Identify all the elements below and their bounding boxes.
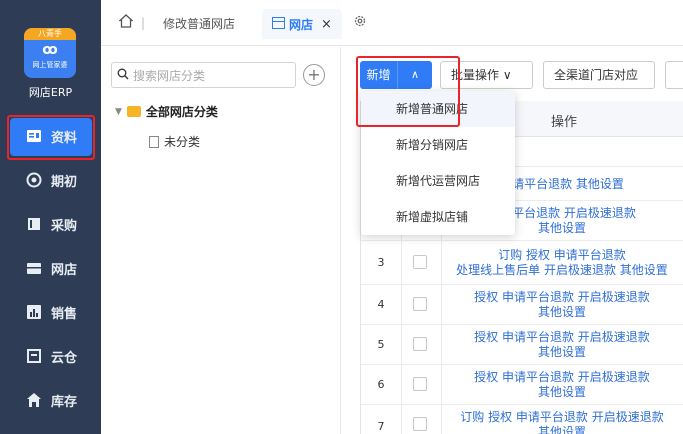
row-operations[interactable]: 订购 授权 申请平台退款 处理线上售后单 开启极速退款 其他设置 <box>441 248 683 278</box>
row-checkbox[interactable] <box>413 417 427 431</box>
row-number: 5 <box>377 338 385 351</box>
add-button-group: 新增 ∧ <box>360 61 432 89</box>
category-panel: 搜索网店分类 + ▼ 全部网店分类 未分类 <box>101 47 341 434</box>
tree-node-uncategorized[interactable]: 未分类 <box>149 133 200 150</box>
sidebar-item-label: 资料 <box>51 130 78 146</box>
tab-store-label: 网店 <box>289 17 314 32</box>
sidebar-item-inventory[interactable]: 库存 <box>0 378 101 422</box>
table-row[interactable]: 4 授权 申请平台退款 开启极速退款 其他设置 <box>361 285 683 325</box>
target-icon <box>26 172 42 188</box>
tree-node-label: 未分类 <box>164 135 201 149</box>
book-icon <box>26 216 42 232</box>
app-logo[interactable]: 八青手 ꝏ 网上管家婆 <box>24 28 76 78</box>
tab-bar: | 修改普通网店 网店 × <box>101 0 683 46</box>
channel-store-mapping-button[interactable]: 全渠道门店对应 <box>543 61 655 89</box>
row-checkbox[interactable] <box>413 377 427 391</box>
bar-chart-icon <box>26 304 42 320</box>
app-name: 网店ERP <box>28 86 73 99</box>
sidebar-item-cloud-warehouse[interactable]: 云仓 <box>0 334 101 378</box>
batch-operation-button[interactable]: 批量操作 ∨ <box>440 61 533 89</box>
row-checkbox[interactable] <box>413 255 427 269</box>
row-operations[interactable]: 授权 申请平台退款 开启极速退款 其他设置 <box>441 370 683 400</box>
logo-subtitle: 网上管家婆 <box>32 61 68 69</box>
row-number: 6 <box>377 378 385 391</box>
sidebar-item-label: 期初 <box>51 174 78 190</box>
sidebar-item-sales[interactable]: 销售 <box>0 290 101 334</box>
menu-item-add-distribution-store[interactable]: 新增分销网店 <box>361 127 515 163</box>
tree-node-all-categories[interactable]: ▼ 全部网店分类 <box>115 103 218 120</box>
table-row[interactable]: 5 授权 申请平台退款 开启极速退款 其他设置 <box>361 325 683 365</box>
sidebar-item-label: 云仓 <box>51 350 78 366</box>
row-checkbox[interactable] <box>413 297 427 311</box>
sidebar-item-purchase[interactable]: 采购 <box>0 202 101 246</box>
close-icon[interactable]: × <box>321 17 332 32</box>
sidebar-item-data[interactable]: 资料 <box>0 114 101 158</box>
tab-edit-store[interactable]: 修改普通网店 <box>163 15 235 32</box>
chevron-up-icon[interactable]: ∧ <box>398 61 432 89</box>
tab-separator: | <box>141 15 146 30</box>
store-tab-icon <box>272 16 285 32</box>
document-icon <box>149 135 159 148</box>
caret-down-icon: ▼ <box>115 106 122 117</box>
sidebar: 八青手 ꝏ 网上管家婆 网店ERP 资料 期初 采购 网店 销售 云仓 库存 <box>0 0 101 434</box>
warehouse-icon <box>26 348 42 364</box>
menu-item-add-virtual-store[interactable]: 新增虚拟店铺 <box>361 199 515 235</box>
table-row[interactable]: 7 订购 授权 申请平台退款 开启极速退款 其他设置 <box>361 405 683 434</box>
add-button[interactable]: 新增 <box>360 61 398 89</box>
gear-icon[interactable] <box>353 14 367 31</box>
sidebar-item-store[interactable]: 网店 <box>0 246 101 290</box>
folder-icon <box>126 106 141 117</box>
house-icon <box>26 392 42 408</box>
logo-badge: 八青手 <box>24 28 76 40</box>
sidebar-item-opening[interactable]: 期初 <box>0 158 101 202</box>
search-placeholder: 搜索网店分类 <box>133 68 206 83</box>
home-icon <box>118 14 134 31</box>
store-icon <box>26 260 42 276</box>
sidebar-item-label: 库存 <box>51 394 78 410</box>
category-search-input[interactable]: 搜索网店分类 <box>111 62 296 88</box>
tab-home[interactable]: | <box>118 14 146 31</box>
row-operations[interactable]: 授权 申请平台退款 开启极速退款 其他设置 <box>441 330 683 360</box>
sidebar-item-label: 网店 <box>51 262 78 278</box>
add-dropdown-menu: 新增普通网店 新增分销网店 新增代运营网店 新增虚拟店铺 <box>361 91 515 235</box>
tree-node-label: 全部网店分类 <box>145 105 218 119</box>
menu-item-add-normal-store[interactable]: 新增普通网店 <box>361 91 515 127</box>
row-number: 7 <box>377 420 385 433</box>
more-button[interactable] <box>665 61 683 89</box>
add-category-button[interactable]: + <box>303 64 325 86</box>
table-row[interactable]: 6 授权 申请平台退款 开启极速退款 其他设置 <box>361 365 683 405</box>
sidebar-item-label: 销售 <box>51 306 78 322</box>
logo-mark: ꝏ <box>42 42 58 58</box>
row-number: 3 <box>377 256 385 269</box>
sidebar-nav: 资料 期初 采购 网店 销售 云仓 库存 <box>0 114 101 422</box>
search-icon <box>117 68 129 83</box>
id-card-icon <box>26 128 42 144</box>
table-row[interactable]: 3 订购 授权 申请平台退款 处理线上售后单 开启极速退款 其他设置 <box>361 241 683 285</box>
row-checkbox[interactable] <box>413 337 427 351</box>
sidebar-item-label: 采购 <box>51 218 78 234</box>
row-number: 4 <box>377 298 385 311</box>
row-operations[interactable]: 订购 授权 申请平台退款 开启极速退款 其他设置 <box>441 410 683 434</box>
row-operations[interactable]: 授权 申请平台退款 开启极速退款 其他设置 <box>441 290 683 320</box>
tab-store[interactable]: 网店 × <box>262 9 342 39</box>
menu-item-add-agency-store[interactable]: 新增代运营网店 <box>361 163 515 199</box>
column-header-operation: 操作 <box>551 115 578 130</box>
